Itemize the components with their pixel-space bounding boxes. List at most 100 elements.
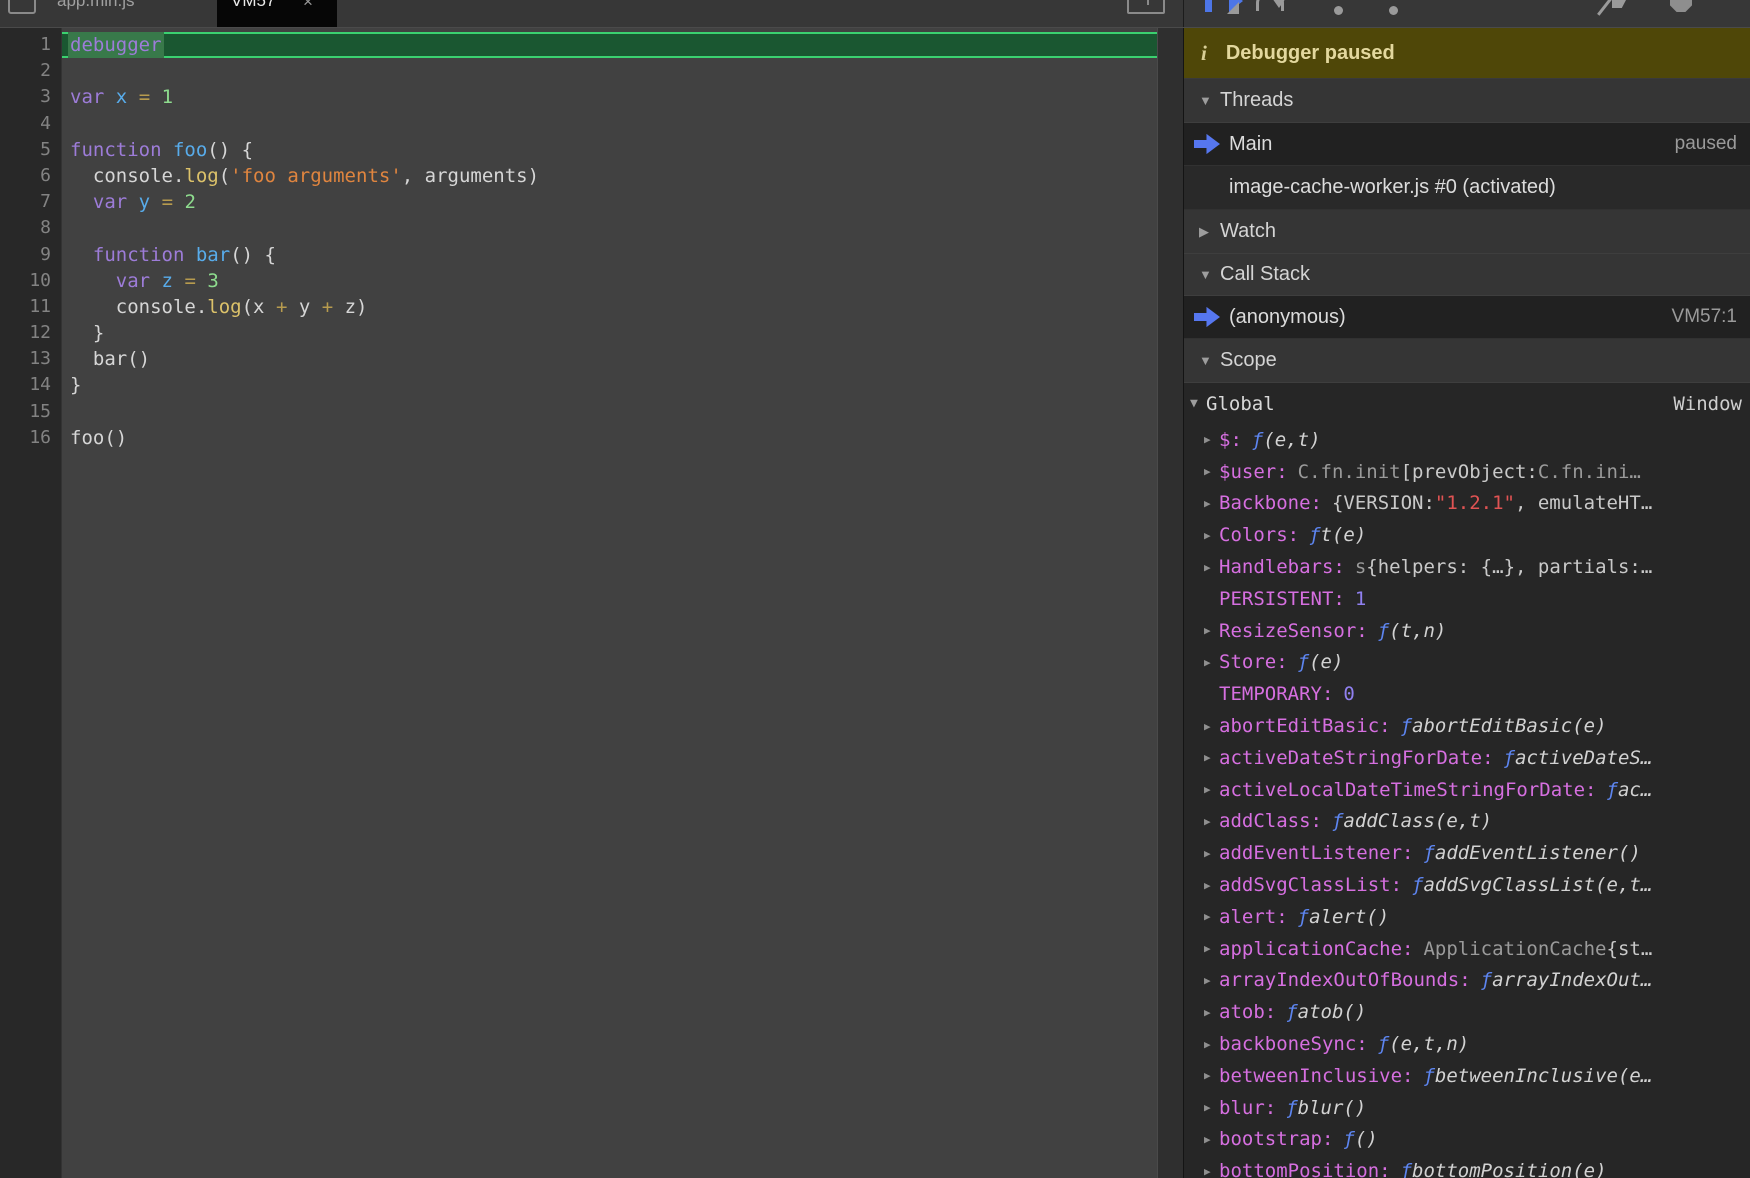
line-number[interactable]: 8 [0, 215, 61, 241]
scope-item[interactable]: ▶Handlebars:s {helpers: {…}, partials:… [1184, 551, 1750, 583]
scope-item[interactable]: ▶atob:ƒ atob() [1184, 996, 1750, 1028]
expand-icon[interactable]: ▶ [1204, 942, 1219, 955]
callstack-anonymous-row[interactable]: (anonymous) VM57:1 [1184, 296, 1750, 339]
step-over-icon[interactable] [1256, 0, 1282, 14]
scope-item[interactable]: ▶ResizeSensor:ƒ (t,n) [1184, 615, 1750, 647]
expand-icon[interactable]: ▶ [1204, 974, 1219, 987]
line-number[interactable]: 10 [0, 268, 61, 294]
chevron-down-icon[interactable]: ▼ [1199, 267, 1213, 282]
code-line[interactable] [62, 58, 1157, 84]
callstack-location-badge[interactable]: VM57:1 [1672, 306, 1737, 328]
code-line[interactable]: function foo() { [62, 137, 1157, 163]
code-area[interactable]: debugger var x = 1 function foo() { consol… [62, 28, 1157, 1178]
code-line[interactable]: } [62, 320, 1157, 346]
expand-icon[interactable]: ▶ [1204, 1165, 1219, 1178]
scope-item[interactable]: ▶betweenInclusive:ƒ betweenInclusive(e… [1184, 1060, 1750, 1092]
code-line[interactable]: console.log(x + y + z) [62, 294, 1157, 320]
thread-worker-row[interactable]: image-cache-worker.js #0 (activated) [1184, 166, 1750, 210]
expand-icon[interactable]: ▶ [1204, 720, 1219, 733]
scope-item[interactable]: ▶addEventListener:ƒ addEventListener() [1184, 837, 1750, 869]
expand-icon[interactable]: ▶ [1204, 1133, 1219, 1146]
line-number[interactable]: 11 [0, 294, 61, 320]
scope-item[interactable]: ▶Colors:ƒ t(e) [1184, 519, 1750, 551]
code-line[interactable]: foo() [62, 425, 1157, 451]
code-line[interactable]: function bar() { [62, 242, 1157, 268]
scope-item[interactable]: PERSISTENT:1 [1184, 583, 1750, 615]
scope-item[interactable]: ▶activeDateStringForDate:ƒ activeDateS… [1184, 742, 1750, 774]
chevron-down-icon[interactable]: ▼ [1199, 353, 1213, 368]
code-line[interactable] [62, 399, 1157, 425]
scope-item[interactable]: ▶abortEditBasic:ƒ abortEditBasic(e) [1184, 710, 1750, 742]
expand-icon[interactable]: ▶ [1204, 815, 1219, 828]
scope-item[interactable]: ▶Store:ƒ (e) [1184, 647, 1750, 679]
expand-icon[interactable]: ▶ [1204, 561, 1219, 574]
code-editor[interactable]: 12345678910111213141516 debuggervar x = … [0, 28, 1157, 1178]
scope-item[interactable]: ▶addClass:ƒ addClass(e,t) [1184, 806, 1750, 838]
expand-icon[interactable]: ▶ [1204, 497, 1219, 510]
scope-item[interactable]: ▶applicationCache:ApplicationCache {st… [1184, 933, 1750, 965]
execution-line[interactable]: debugger [62, 32, 1157, 58]
thread-main-row[interactable]: Main paused [1184, 123, 1750, 166]
code-line[interactable] [62, 215, 1157, 241]
code-line[interactable]: var y = 2 [62, 189, 1157, 215]
line-number[interactable]: 2 [0, 58, 61, 84]
resume-script-icon[interactable] [1203, 0, 1229, 14]
expand-icon[interactable]: ▶ [1204, 529, 1219, 542]
tab-vm57[interactable]: VM57 × [217, 0, 337, 28]
scope-item[interactable]: ▶alert:ƒ alert() [1184, 901, 1750, 933]
section-header-call-stack[interactable]: ▼ Call Stack [1184, 254, 1750, 296]
line-number[interactable]: 1 [0, 32, 61, 58]
expand-icon[interactable]: ▶ [1204, 751, 1219, 764]
expand-icon[interactable]: ▶ [1204, 1069, 1219, 1082]
scope-item[interactable]: ▶bootstrap:ƒ () [1184, 1124, 1750, 1156]
expand-icon[interactable]: ▶ [1204, 433, 1219, 446]
expand-icon[interactable]: ▶ [1204, 465, 1219, 478]
pause-on-exceptions-icon[interactable] [1670, 0, 1696, 14]
line-number[interactable]: 3 [0, 84, 61, 110]
section-header-scope[interactable]: ▼ Scope [1184, 339, 1750, 383]
expand-icon[interactable]: ▶ [1204, 1038, 1219, 1051]
line-number[interactable]: 4 [0, 111, 61, 137]
tab-app-min-js[interactable]: app.min.js [57, 0, 134, 11]
line-number[interactable]: 13 [0, 346, 61, 372]
chevron-down-icon[interactable]: ▼ [1190, 396, 1204, 411]
code-line[interactable]: } [62, 372, 1157, 398]
scope-item[interactable]: ▶Backbone:{VERSION: "1.2.1", emulateHT… [1184, 488, 1750, 520]
expand-icon[interactable]: ▶ [1204, 1101, 1219, 1114]
editor-scrollbar[interactable] [1157, 28, 1183, 1178]
deactivate-breakpoints-icon[interactable] [1604, 0, 1630, 14]
line-number[interactable]: 6 [0, 163, 61, 189]
scope-item[interactable]: ▶bottomPosition:ƒ bottomPosition(e) [1184, 1155, 1750, 1178]
expand-icon[interactable]: ▶ [1204, 656, 1219, 669]
expand-icon[interactable]: ▶ [1204, 624, 1219, 637]
chevron-down-icon[interactable]: ▼ [1199, 93, 1213, 108]
code-line[interactable]: bar() [62, 346, 1157, 372]
line-number[interactable]: 12 [0, 320, 61, 346]
chevron-right-icon[interactable]: ▶ [1199, 224, 1213, 240]
expand-icon[interactable]: ▶ [1204, 879, 1219, 892]
section-header-watch[interactable]: ▶ Watch [1184, 210, 1750, 254]
panel-toggle-icon[interactable] [1127, 0, 1165, 14]
scope-item[interactable]: ▶arrayIndexOutOfBounds:ƒ arrayIndexOut… [1184, 965, 1750, 997]
navigator-toggle-icon[interactable] [8, 0, 36, 14]
scope-item[interactable]: ▶blur:ƒ blur() [1184, 1092, 1750, 1124]
step-into-icon[interactable] [1327, 0, 1353, 14]
code-line[interactable]: var z = 3 [62, 268, 1157, 294]
code-line[interactable]: console.log('foo arguments', arguments) [62, 163, 1157, 189]
scope-item[interactable]: ▶addSvgClassList:ƒ addSvgClassList(e,t… [1184, 869, 1750, 901]
line-number[interactable]: 7 [0, 189, 61, 215]
close-icon[interactable]: × [303, 0, 313, 12]
scope-global-row[interactable]: ▼ Global Window [1184, 383, 1750, 424]
line-number[interactable]: 9 [0, 242, 61, 268]
expand-icon[interactable]: ▶ [1204, 910, 1219, 923]
line-number[interactable]: 15 [0, 399, 61, 425]
section-header-threads[interactable]: ▼ Threads [1184, 79, 1750, 123]
scope-item[interactable]: ▶$:ƒ (e,t) [1184, 424, 1750, 456]
step-out-icon[interactable] [1382, 0, 1408, 14]
expand-icon[interactable]: ▶ [1204, 1006, 1219, 1019]
scope-item[interactable]: ▶activeLocalDateTimeStringForDate:ƒ ac… [1184, 774, 1750, 806]
expand-icon[interactable]: ▶ [1204, 847, 1219, 860]
code-line[interactable]: var x = 1 [62, 84, 1157, 110]
scope-item[interactable]: TEMPORARY:0 [1184, 678, 1750, 710]
line-number[interactable]: 16 [0, 425, 61, 451]
